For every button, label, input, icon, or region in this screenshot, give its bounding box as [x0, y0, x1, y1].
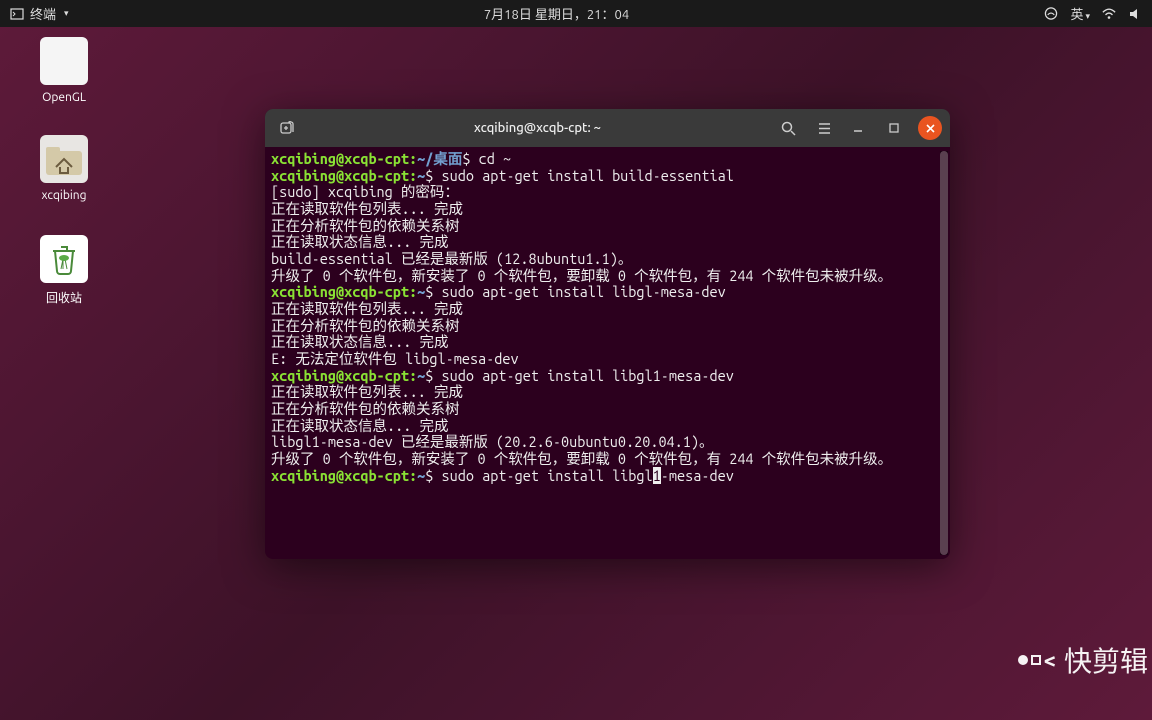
terminal-line: 正在读取状态信息... 完成 — [271, 234, 944, 251]
terminal-line: xcqibing@xcqb-cpt:~/桌面$ cd ~ — [271, 151, 944, 168]
ime-indicator[interactable]: 英▾ — [1070, 4, 1090, 23]
desktop-icon-label: 回收站 — [24, 289, 104, 306]
wifi-icon[interactable] — [1102, 7, 1116, 21]
scrollbar[interactable] — [940, 151, 948, 555]
new-tab-button[interactable] — [273, 114, 301, 142]
desktop-icon-trash[interactable]: 回收站 — [24, 235, 104, 306]
top-panel: 终端 ▾ 7月18日 星期日，21：04 英▾ — [0, 0, 1152, 27]
desktop-icon-opengl[interactable]: OpenGL — [24, 37, 104, 104]
desktop-icon-label: xcqibing — [24, 189, 104, 202]
terminal-line: 正在分析软件包的依赖关系树 — [271, 401, 944, 418]
home-folder-icon — [40, 135, 88, 183]
volume-icon[interactable] — [1128, 7, 1142, 21]
terminal-line: xcqibing@xcqb-cpt:~$ sudo apt-get instal… — [271, 468, 944, 485]
terminal-indicator-icon — [10, 7, 24, 21]
terminal-line: E: 无法定位软件包 libgl-mesa-dev — [271, 351, 944, 368]
terminal-line: 正在读取软件包列表... 完成 — [271, 201, 944, 218]
terminal-line: 正在读取软件包列表... 完成 — [271, 384, 944, 401]
desktop[interactable]: OpenGL xcqibing 回收站 xcqibing@xcqb-cpt: ~ — [0, 27, 1152, 720]
window-title: xcqibing@xcqb-cpt: ~ — [309, 121, 766, 135]
watermark-logo-icon: < — [1018, 648, 1056, 673]
watermark-text: 快剪辑 — [1064, 640, 1148, 680]
terminal-line: 正在分析软件包的依赖关系树 — [271, 218, 944, 235]
maximize-button[interactable] — [882, 116, 906, 140]
status-icon[interactable] — [1044, 7, 1058, 21]
close-button[interactable] — [918, 116, 942, 140]
terminal-line: 正在读取软件包列表... 完成 — [271, 301, 944, 318]
terminal-line: build-essential 已经是最新版 (12.8ubuntu1.1)。 — [271, 251, 944, 268]
window-controls — [846, 116, 942, 140]
terminal-line: 正在读取状态信息... 完成 — [271, 334, 944, 351]
scrollbar-thumb[interactable] — [940, 151, 948, 555]
terminal-line: xcqibing@xcqb-cpt:~$ sudo apt-get instal… — [271, 368, 944, 385]
terminal-line: xcqibing@xcqb-cpt:~$ sudo apt-get instal… — [271, 284, 944, 301]
terminal-line: 升级了 0 个软件包，新安装了 0 个软件包，要卸载 0 个软件包，有 244 … — [271, 268, 944, 285]
watermark: < 快剪辑 — [1018, 640, 1148, 680]
terminal-window: xcqibing@xcqb-cpt: ~ — [265, 109, 950, 559]
terminal-line: [sudo] xcqibing 的密码： — [271, 184, 944, 201]
terminal-line: 正在分析软件包的依赖关系树 — [271, 318, 944, 335]
clock[interactable]: 7月18日 星期日，21：04 — [69, 4, 1045, 23]
search-button[interactable] — [774, 114, 802, 142]
top-panel-left: 终端 ▾ — [10, 4, 69, 23]
menu-button[interactable] — [810, 114, 838, 142]
terminal-line: xcqibing@xcqb-cpt:~$ sudo apt-get instal… — [271, 168, 944, 185]
titlebar[interactable]: xcqibing@xcqb-cpt: ~ — [265, 109, 950, 147]
terminal-line: 升级了 0 个软件包，新安装了 0 个软件包，要卸载 0 个软件包，有 244 … — [271, 451, 944, 468]
terminal-line: libgl1-mesa-dev 已经是最新版 (20.2.6-0ubuntu0.… — [271, 434, 944, 451]
active-app-name[interactable]: 终端 — [30, 4, 56, 23]
trash-icon — [40, 235, 88, 283]
terminal-line: 正在读取状态信息... 完成 — [271, 418, 944, 435]
desktop-icon-label: OpenGL — [24, 91, 104, 104]
text-file-icon — [40, 37, 88, 85]
top-panel-right: 英▾ — [1044, 4, 1142, 23]
terminal-body[interactable]: xcqibing@xcqb-cpt:~/桌面$ cd ~xcqibing@xcq… — [265, 147, 950, 559]
desktop-icon-home[interactable]: xcqibing — [24, 135, 104, 202]
minimize-button[interactable] — [846, 116, 870, 140]
